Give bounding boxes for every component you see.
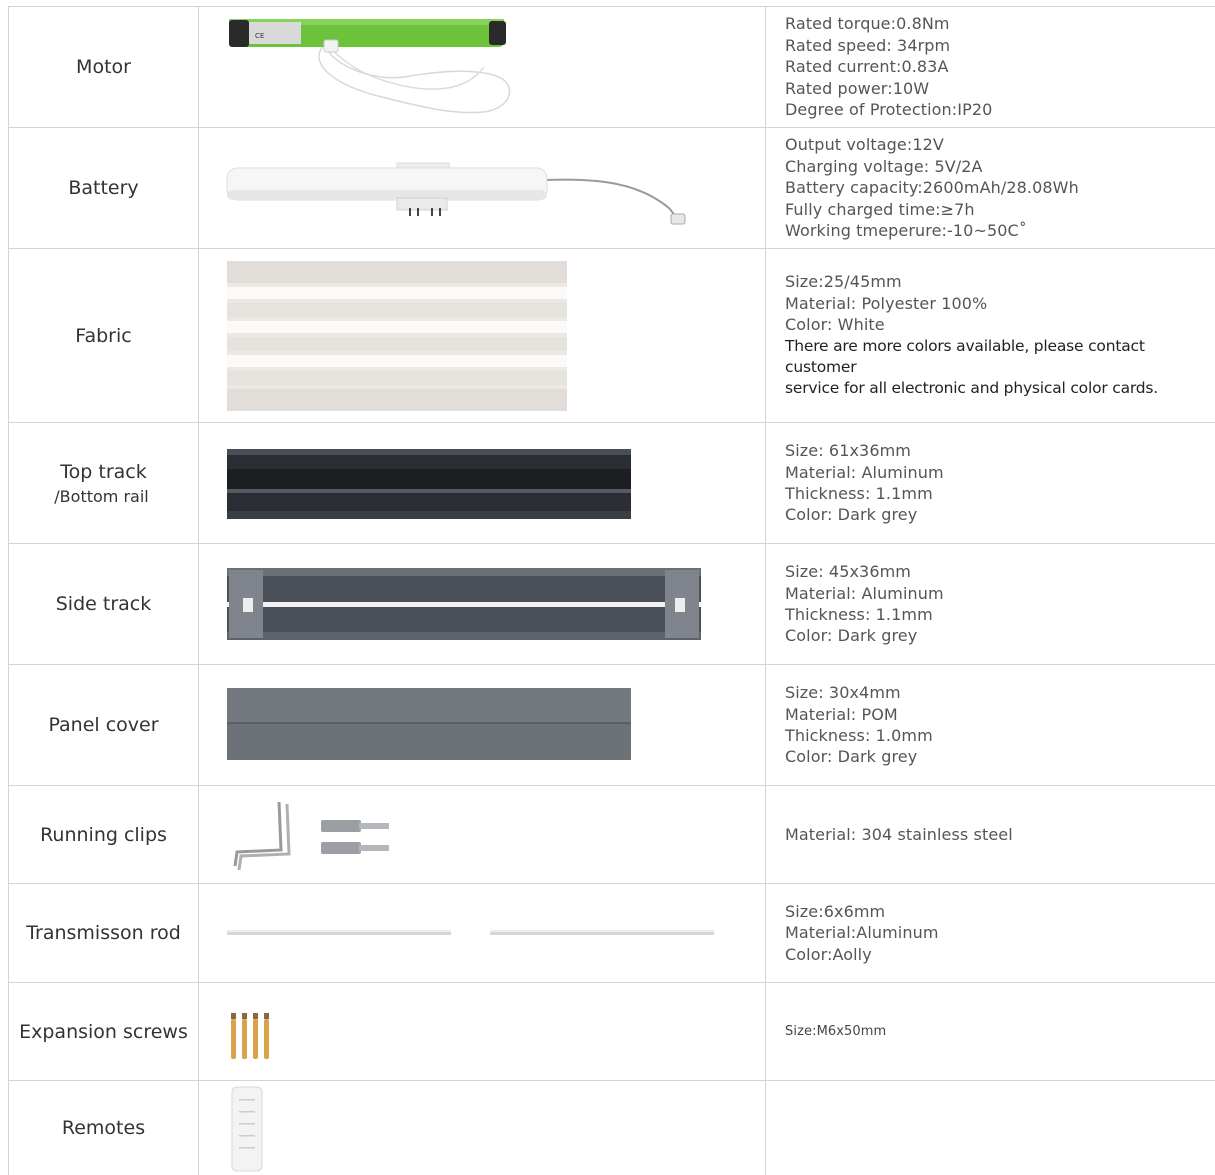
spec-line: Size:25/45mm (785, 272, 902, 292)
part-name: Side track (55, 593, 152, 615)
part-subname: /Bottom rail (54, 486, 149, 506)
table-row-side-track: Side track Size: 45x36mm Material: Alumi… (9, 544, 1215, 665)
part-name: Motor (76, 56, 131, 78)
table-row-expansion-screws: Expansion screws Size:M6x50mm (9, 983, 1215, 1081)
spec-line: Color: Dark grey (785, 505, 918, 525)
table-row-panel-cover: Panel cover Size: 30x4mm Material: POM T… (9, 665, 1215, 786)
part-name-cell: Expansion screws (9, 983, 199, 1080)
spec-line: Color: Dark grey (785, 626, 918, 646)
spec-line: Material:Aluminum (785, 923, 939, 943)
spec-cell: Size:6x6mm Material:Aluminum Color:Aolly (766, 884, 1215, 982)
remote-image (199, 1081, 766, 1175)
spec-line: Material: Aluminum (785, 462, 944, 482)
table-row-fabric: Fabric Size:25/45mm Material: Polyester … (9, 249, 1215, 423)
part-name: Fabric (75, 324, 132, 347)
spec-line: Fully charged time:≥7h (785, 199, 975, 219)
part-name: Expansion screws (19, 1020, 188, 1043)
side-track-image (199, 544, 766, 664)
ce-mark: CE (255, 32, 264, 40)
running-clips-image (199, 786, 766, 883)
part-name: Running clips (40, 823, 167, 846)
spec-note: There are more colors available, please … (785, 336, 1145, 376)
panel-cover-image (199, 665, 766, 785)
spec-line: Thickness: 1.1mm (785, 484, 933, 503)
spec-cell: Material: 304 stainless steel (766, 786, 1215, 883)
spec-line: Thickness: 1.0mm (785, 726, 933, 745)
part-name-cell: Battery (9, 128, 199, 248)
part-name-cell: Running clips (9, 786, 199, 883)
spec-line: Rated current:0.83A (785, 57, 949, 77)
spec-line: Color: White (785, 315, 885, 335)
parts-table: Motor CE Rated torque:0.8Nm Rated speed:… (8, 6, 1215, 1175)
spec-line: Rated power:10W (785, 78, 930, 98)
spec-line: Thickness: 1.1mm (785, 605, 933, 624)
spec-cell: Size: 45x36mm Material: Aluminum Thickne… (766, 544, 1215, 664)
spec-note: service for all electronic and physical … (785, 379, 1159, 398)
part-name-cell: Remotes (9, 1081, 199, 1175)
part-name: Remotes (61, 1117, 146, 1139)
motor-image: CE (199, 7, 766, 127)
spec-line: Material: 304 stainless steel (785, 824, 1013, 844)
table-row-transmission-rod: Transmisson rod Size:6x6mm Material:Alum… (9, 884, 1215, 983)
part-name: Panel cover (48, 714, 159, 736)
spec-cell (766, 1081, 1215, 1175)
spec-cell: Rated torque:0.8Nm Rated speed: 34rpm Ra… (766, 7, 1215, 127)
part-name-cell: Top track /Bottom rail (9, 423, 199, 543)
spec-line: Material: Aluminum (785, 583, 944, 603)
part-name-cell: Transmisson rod (9, 884, 199, 982)
spec-line: Size: 30x4mm (785, 683, 901, 703)
part-name: Transmisson rod (26, 922, 181, 944)
part-name-cell: Side track (9, 544, 199, 664)
spec-line: Charging voltage: 5V/2A (785, 156, 983, 176)
transmission-rod-image (199, 884, 766, 982)
table-row-top-track: Top track /Bottom rail Size: 61x36mm Mat… (9, 423, 1215, 544)
fabric-image (199, 249, 766, 422)
spec-line: Size:6x6mm (785, 901, 886, 921)
spec-cell: Size: 30x4mm Material: POM Thickness: 1.… (766, 665, 1215, 785)
spec-line: Rated speed: 34rpm (785, 35, 951, 55)
spec-line: Output voltage:12V (785, 135, 944, 155)
part-name: Top track (60, 460, 147, 483)
top-track-image (199, 423, 766, 543)
part-name: Battery (68, 177, 139, 199)
table-row-motor: Motor CE Rated torque:0.8Nm Rated speed:… (9, 7, 1215, 128)
part-name-cell: Fabric (9, 249, 199, 422)
part-name-cell: Panel cover (9, 665, 199, 785)
spec-line: Material: Polyester 100% (785, 293, 988, 313)
battery-image (199, 128, 766, 248)
spec-line: Material: POM (785, 704, 898, 724)
part-name-cell: Motor (9, 7, 199, 127)
spec-line: Battery capacity:2600mAh/28.08Wh (785, 178, 1079, 198)
spec-line: Degree of Protection:IP20 (785, 100, 993, 120)
spec-cell: Size: 61x36mm Material: Aluminum Thickne… (766, 423, 1215, 543)
spec-line: Rated torque:0.8Nm (785, 14, 950, 34)
spec-line: Size:M6x50mm (785, 1023, 887, 1039)
spec-line: Working tmeperure:-10~50C˚ (785, 221, 1027, 241)
spec-cell: Size:25/45mm Material: Polyester 100% Co… (766, 249, 1215, 422)
spec-line: Size: 45x36mm (785, 562, 911, 582)
table-row-remotes: Remotes (9, 1081, 1215, 1175)
spec-cell: Size:M6x50mm (766, 983, 1215, 1080)
spec-line: Color:Aolly (785, 944, 872, 964)
spec-line: Color: Dark grey (785, 747, 918, 767)
table-row-battery: Battery Output voltage:12V Charging volt… (9, 128, 1215, 249)
table-row-running-clips: Running clips Material: 304 stainless st… (9, 786, 1215, 884)
spec-line: Size: 61x36mm (785, 441, 911, 461)
expansion-screws-image (199, 983, 766, 1080)
spec-cell: Output voltage:12V Charging voltage: 5V/… (766, 128, 1215, 248)
